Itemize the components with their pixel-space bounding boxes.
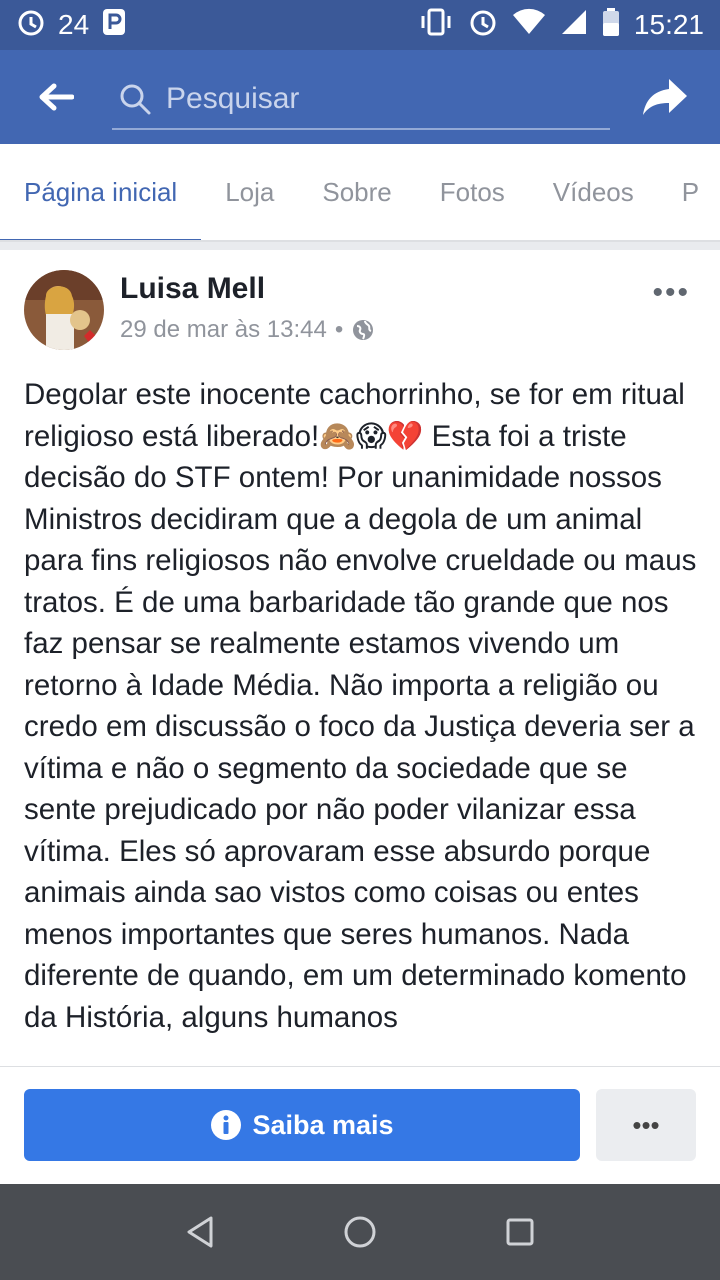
wifi-icon [512,8,546,43]
alarm-icon [16,7,46,44]
saiba-mais-button[interactable]: Saiba mais [24,1089,580,1161]
tab-videos[interactable]: Vídeos [529,144,658,240]
cta-more-button[interactable]: ••• [596,1089,696,1161]
post-author[interactable]: Luisa Mell [120,272,265,306]
square-recents-icon [506,1218,534,1246]
back-arrow-icon [39,83,74,111]
system-nav-bar [0,1184,720,1280]
search-placeholder: Pesquisar [166,82,300,115]
tab-fotos[interactable]: Fotos [416,144,529,240]
tab-sobre[interactable]: Sobre [298,144,415,240]
post-body: Degolar este inocente cachorrinho, se fo… [24,378,697,1034]
globe-icon [353,320,374,340]
post-card: Luisa Mell 29 de mar às 13:44 • ••• Dego… [0,250,720,1066]
triangle-back-icon [187,1216,213,1248]
back-button[interactable] [0,50,112,144]
tab-loja[interactable]: Loja [201,144,298,240]
tab-pagina-inicial[interactable]: Página inicial [0,144,202,240]
temperature: 24 [58,9,90,40]
post-meta: 29 de mar às 13:44 • [120,316,375,344]
meta-separator: • [334,316,344,343]
tab-overflow[interactable]: P [658,144,720,240]
share-icon [643,79,687,115]
circle-home-icon [344,1216,376,1248]
post-options-button[interactable]: ••• [652,276,690,310]
cta-bar: Saiba mais ••• [0,1066,720,1184]
search-icon [120,84,151,115]
p-notification-icon [101,7,127,44]
alarm-icon [468,7,498,44]
saiba-mais-label: Saiba mais [252,1109,394,1140]
app-bar: Pesquisar [0,50,720,144]
avatar[interactable] [24,270,104,350]
nav-recents-button[interactable] [490,1202,550,1262]
post-timestamp[interactable]: 29 de mar às 13:44 [120,316,327,344]
battery-icon [602,7,620,44]
status-bar: 24 15:21 [0,0,720,50]
nav-home-button[interactable] [330,1202,390,1262]
vibrate-icon [418,7,454,44]
info-icon [211,1110,242,1140]
clock-time: 15:21 [633,9,704,40]
divider [0,242,720,250]
share-button[interactable] [610,50,720,144]
nav-back-button[interactable] [170,1202,230,1262]
signal-icon [560,8,588,43]
page-tabs: Página inicial Loja Sobre Fotos Vídeos P [0,144,720,242]
search-input[interactable]: Pesquisar [112,70,610,130]
